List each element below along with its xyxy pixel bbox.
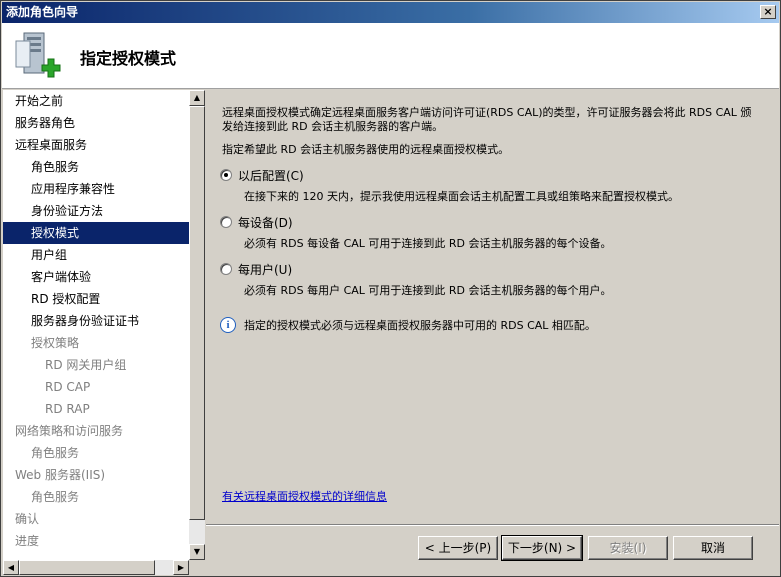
option-per-device[interactable]: 每设备(D) 必须有 RDS 每设备 CAL 可用于连接到此 RD 会话主机服务… xyxy=(220,215,760,251)
nav-item[interactable]: 角色服务 xyxy=(3,156,189,178)
nav-item[interactable]: 用户组 xyxy=(3,244,189,266)
nav-item[interactable]: 远程桌面服务 xyxy=(3,134,189,156)
nav-item[interactable]: RD 授权配置 xyxy=(3,288,189,310)
info-icon: i xyxy=(220,317,236,333)
scroll-up-icon[interactable]: ▲ xyxy=(189,90,205,106)
nav-item: RD RAP xyxy=(45,402,90,416)
cancel-button[interactable]: 取消 xyxy=(673,536,753,560)
previous-button[interactable]: < 上一步(P) xyxy=(418,536,498,560)
wizard-nav: 开始之前 服务器角色 远程桌面服务 角色服务 应用程序兼容性 身份验证方法 授权模式 用户组客… xyxy=(3,90,205,575)
scroll-thumb-horizontal[interactable] xyxy=(19,560,155,575)
option-description: 必须有 RDS 每用户 CAL 可用于连接到此 RD 会话主机服务器的每个用户。 xyxy=(244,284,612,297)
nav-list: 开始之前 服务器角色 远程桌面服务 角色服务 应用程序兼容性 身份验证方法 授权模式 用户组客… xyxy=(3,90,189,560)
server-add-icon xyxy=(15,32,61,78)
description-text: 远程桌面授权模式确定远程桌面服务客户端访问许可证(RDS CAL)的类型，许可证… xyxy=(222,106,752,133)
option-description: 在接下来的 120 天内，提示我使用远程桌面会话主机配置工具或组策略来配置授权模… xyxy=(244,190,679,203)
title-bar[interactable]: 添加角色向导 × xyxy=(2,2,779,23)
nav-item[interactable]: 身份验证方法 xyxy=(3,200,189,222)
nav-item[interactable]: 服务器身份验证证书 xyxy=(3,310,189,332)
info-text: 指定的授权模式必须与远程桌面授权服务器中可用的 RDS CAL 相匹配。 xyxy=(244,319,596,332)
scroll-left-icon[interactable]: ◀ xyxy=(3,560,19,575)
close-icon[interactable]: × xyxy=(760,5,776,19)
nav-item[interactable]: 服务器角色 xyxy=(3,112,189,134)
nav-item: 确认 xyxy=(15,512,40,526)
scroll-down-icon[interactable]: ▼ xyxy=(189,544,205,560)
wizard-header: 指定授权模式 xyxy=(2,23,779,89)
nav-item: RD 网关用户组 xyxy=(45,358,127,372)
option-label[interactable]: 每用户(U) xyxy=(238,261,292,278)
wizard-content: 远程桌面授权模式确定远程桌面服务客户端访问许可证(RDS CAL)的类型，许可证… xyxy=(206,90,779,575)
scroll-thumb[interactable] xyxy=(189,106,205,520)
option-label[interactable]: 以后配置(C) xyxy=(238,167,304,184)
radio-per-user[interactable] xyxy=(220,263,232,275)
nav-item: 角色服务 xyxy=(31,490,80,504)
option-label[interactable]: 每设备(D) xyxy=(238,214,293,231)
option-per-user[interactable]: 每用户(U) 必须有 RDS 每用户 CAL 可用于连接到此 RD 会话主机服务… xyxy=(220,262,760,298)
nav-item[interactable]: 授权模式 xyxy=(3,222,189,244)
page-title: 指定授权模式 xyxy=(80,49,177,68)
more-info-link[interactable]: 有关远程桌面授权模式的详细信息 xyxy=(222,488,387,504)
window-title: 添加角色向导 xyxy=(6,5,79,19)
install-button[interactable]: 安装(I) xyxy=(588,536,668,560)
nav-item: Web 服务器(IIS) xyxy=(15,468,106,482)
nav-item: 授权策略 xyxy=(31,336,80,350)
info-message: i 指定的授权模式必须与远程桌面授权服务器中可用的 RDS CAL 相匹配。 xyxy=(220,317,596,333)
footer-divider xyxy=(206,524,779,526)
scroll-right-icon[interactable]: ▶ xyxy=(173,560,189,575)
prompt-text: 指定希望此 RD 会话主机服务器使用的远程桌面授权模式。 xyxy=(222,143,510,156)
nav-item: 网络策略和访问服务 xyxy=(15,424,124,438)
nav-item: 角色服务 xyxy=(31,446,80,460)
next-button[interactable]: 下一步(N) > xyxy=(501,535,583,561)
nav-item[interactable]: 开始之前 xyxy=(3,90,189,112)
nav-horizontal-scrollbar[interactable]: ◀ ▶ xyxy=(3,560,189,575)
radio-configure-later[interactable] xyxy=(220,169,232,181)
wizard-window: 添加角色向导 × 指定授权模式 开始之前 服务器角色 远程桌面服务 角色服务 应用程序兼… xyxy=(0,0,781,577)
nav-item: 进度 xyxy=(15,534,40,548)
radio-per-device[interactable] xyxy=(220,216,232,228)
nav-item: RD CAP xyxy=(45,380,91,394)
nav-item[interactable]: 应用程序兼容性 xyxy=(3,178,189,200)
option-description: 必须有 RDS 每设备 CAL 可用于连接到此 RD 会话主机服务器的每个设备。 xyxy=(244,237,612,250)
nav-item[interactable]: 客户端体验 xyxy=(3,266,189,288)
scroll-corner xyxy=(189,560,205,575)
option-configure-later[interactable]: 以后配置(C) 在接下来的 120 天内，提示我使用远程桌面会话主机配置工具或组… xyxy=(220,168,760,204)
nav-vertical-scrollbar[interactable]: ▲ ▼ xyxy=(189,90,205,560)
